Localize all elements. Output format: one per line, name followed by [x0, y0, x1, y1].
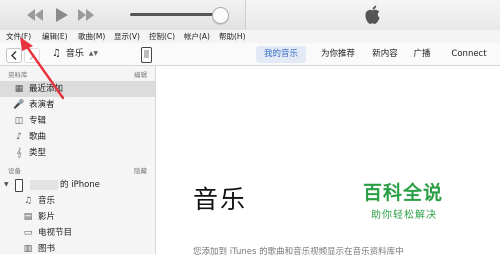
sidebar-item-recently-added[interactable]: ▦ 最近添加: [0, 81, 155, 97]
genre-icon: 𝄞: [16, 148, 22, 158]
sidebar-item-label: 类型: [29, 148, 47, 158]
sidebar: 资料库 编辑 ▦ 最近添加 🎤 表演者 ◫ 专辑 ♪ 歌曲 𝄞 类型 设备 隐藏…: [0, 66, 156, 254]
menu-song[interactable]: 歌曲(M): [78, 30, 105, 43]
fast-forward-icon[interactable]: [77, 7, 95, 23]
library-section-title: 资料库: [8, 71, 28, 79]
chevron-right-icon: [29, 51, 35, 60]
watermark-subtitle: 助你轻松解决: [371, 210, 437, 221]
sidebar-item-label: 歌曲: [29, 132, 47, 142]
menu-edit[interactable]: 编辑(E): [42, 30, 68, 43]
iphone-icon: [15, 179, 23, 192]
menu-file[interactable]: 文件(F): [6, 30, 31, 43]
menu-controls[interactable]: 控制(C): [149, 30, 175, 43]
player-bar: [0, 0, 500, 31]
sidebar-device-tv[interactable]: ▭ 电视节目: [0, 225, 155, 241]
tab-radio[interactable]: 广播: [410, 46, 434, 63]
film-icon: ▤: [23, 212, 33, 222]
sidebar-item-label: 表演者: [29, 100, 55, 110]
apple-logo-icon: [365, 5, 380, 24]
tab-connect[interactable]: Connect: [445, 46, 493, 63]
tab-my-music[interactable]: 我的音乐: [256, 46, 306, 63]
note-icon: ♫: [23, 196, 33, 206]
sidebar-item-label: 电视节目: [38, 228, 73, 238]
note-icon: ♪: [16, 132, 22, 142]
library-edit-button[interactable]: 编辑: [134, 69, 147, 79]
menu-help[interactable]: 帮助(H): [219, 30, 246, 43]
sidebar-item-label: 音乐: [38, 196, 56, 206]
rewind-icon[interactable]: [26, 7, 44, 23]
watermark-title: 百科全说: [363, 182, 444, 204]
tab-for-you[interactable]: 为你推荐: [313, 46, 363, 63]
recent-icon: ▦: [14, 84, 24, 94]
disclosure-triangle-icon: ▼: [4, 181, 9, 188]
menu-view[interactable]: 显示(V): [114, 30, 140, 43]
sidebar-item-label: 图书: [38, 244, 56, 254]
sidebar-item-genres[interactable]: 𝄞 类型: [0, 145, 155, 161]
media-type-label: 音乐: [65, 49, 84, 59]
sidebar-device-movies[interactable]: ▤ 影片: [0, 209, 155, 225]
device-name-label: 的 iPhone: [60, 180, 100, 190]
sidebar-item-label: 影片: [38, 212, 56, 222]
book-icon: ▥: [23, 244, 33, 254]
device-name-redaction: [30, 180, 58, 190]
sidebar-item-label: 专辑: [29, 116, 47, 126]
note-icon: ♫: [52, 48, 61, 59]
tab-new[interactable]: 新内容: [365, 46, 405, 63]
phone-icon: [144, 50, 149, 58]
forward-button[interactable]: [24, 48, 40, 63]
play-icon[interactable]: [52, 7, 70, 23]
sidebar-device-books[interactable]: ▥ 图书: [0, 241, 155, 257]
menu-account[interactable]: 帐户(A): [184, 30, 210, 43]
volume-slider[interactable]: [130, 13, 225, 16]
chevron-left-icon: [11, 51, 17, 60]
sidebar-device-iphone[interactable]: ▼ 的 iPhone: [0, 177, 155, 193]
sidebar-item-albums[interactable]: ◫ 专辑: [0, 113, 155, 129]
microphone-icon: 🎤: [13, 100, 25, 110]
media-type-select[interactable]: ♫ 音乐 ▲▼: [52, 47, 98, 61]
page-title: 音乐: [193, 185, 248, 214]
devices-hide-button[interactable]: 隐藏: [134, 165, 147, 175]
sidebar-item-songs[interactable]: ♪ 歌曲: [0, 129, 155, 145]
status-display: [245, 0, 500, 30]
dropdown-arrows-icon: ▲▼: [88, 50, 98, 57]
page-description: 您添加到 iTunes 的歌曲和音乐视频显示在音乐资料库中: [193, 247, 404, 257]
devices-section-title: 设备: [8, 167, 21, 175]
tv-icon: ▭: [23, 228, 33, 238]
sidebar-item-artists[interactable]: 🎤 表演者: [0, 97, 155, 113]
sidebar-device-music[interactable]: ♫ 音乐: [0, 193, 155, 209]
toolbar: ♫ 音乐 ▲▼ 我的音乐 为你推荐 新内容 广播 Connect: [0, 43, 500, 66]
device-button[interactable]: [141, 47, 152, 63]
back-button[interactable]: [6, 48, 22, 63]
album-icon: ◫: [14, 116, 24, 126]
volume-knob[interactable]: [212, 7, 229, 24]
sidebar-item-label: 最近添加: [29, 84, 64, 94]
menu-bar: 文件(F) 编辑(E) 歌曲(M) 显示(V) 控制(C) 帐户(A) 帮助(H…: [0, 30, 500, 44]
